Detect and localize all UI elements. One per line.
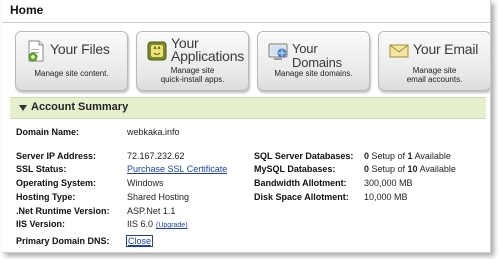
domains-icon bbox=[268, 43, 288, 60]
bandwidth-label: Bandwidth Allotment: bbox=[254, 178, 347, 188]
your-email-title: Your Email bbox=[413, 41, 479, 57]
iis-version-value: IIS 6.0 (Upgrade) bbox=[127, 219, 188, 229]
net-runtime-label: .Net Runtime Version: bbox=[16, 206, 110, 216]
your-files-desc: Manage site content. bbox=[34, 69, 109, 78]
sql-server-mid: Setup of bbox=[369, 151, 408, 161]
iis-version-label: IIS Version: bbox=[16, 219, 66, 229]
your-email-desc-2: email accounts. bbox=[406, 75, 463, 84]
purchase-ssl-link[interactable]: Purchase SSL Certificate bbox=[127, 164, 227, 174]
domain-name-label: Domain Name: bbox=[16, 127, 80, 137]
applications-icon bbox=[147, 41, 167, 61]
hosting-type-label: Hosting Type: bbox=[16, 192, 76, 202]
primary-dns-label: Primary Domain DNS: bbox=[16, 236, 110, 246]
disk-space-value: 10,000 MB bbox=[364, 192, 408, 202]
your-domains-tile[interactable]: Your Domains Manage site domains. bbox=[257, 31, 370, 91]
net-runtime-value: ASP.Net 1.1 bbox=[127, 206, 176, 216]
account-summary-title: Account Summary bbox=[31, 101, 129, 113]
operating-system-label: Operating System: bbox=[16, 178, 97, 188]
mysql-value: 0 Setup of 10 Available bbox=[364, 164, 456, 174]
mysql-mid: Setup of bbox=[369, 164, 408, 174]
your-applications-desc-1: Manage site bbox=[170, 66, 215, 75]
your-files-title: Your Files bbox=[50, 41, 110, 57]
server-ip-value: 72.167.232.62 bbox=[127, 151, 185, 161]
domain-name-value: webkaka.info bbox=[127, 127, 180, 137]
home-panel: Home Your Files Manage site content. You… bbox=[2, 0, 491, 253]
server-ip-label: Server IP Address: bbox=[16, 151, 97, 161]
ssl-status-label: SSL Status: bbox=[16, 164, 67, 174]
hosting-type-value: Shared Hosting bbox=[127, 192, 190, 202]
mysql-suffix: Available bbox=[417, 164, 456, 174]
your-domains-desc: Manage site domains. bbox=[274, 69, 353, 78]
your-applications-tile[interactable]: Your Applications Manage site quick-inst… bbox=[136, 31, 249, 91]
operating-system-value: Windows bbox=[127, 178, 164, 188]
sql-server-suffix: Available bbox=[412, 151, 451, 161]
your-email-tile[interactable]: Your Email Manage site email accounts. bbox=[378, 31, 490, 91]
mysql-label: MySQL Databases: bbox=[254, 164, 336, 174]
page-title: Home bbox=[10, 3, 44, 17]
mysql-total: 10 bbox=[407, 164, 418, 174]
your-domains-title: Your Domains bbox=[292, 41, 342, 70]
account-summary-header[interactable]: Account Summary bbox=[10, 97, 486, 119]
your-applications-title: Your Applications bbox=[171, 36, 245, 64]
your-email-desc-1: Manage site bbox=[412, 66, 457, 75]
sql-server-label: SQL Server Databases: bbox=[254, 151, 354, 161]
close-dns-link[interactable]: Close bbox=[126, 235, 154, 247]
disk-space-label: Disk Space Allotment: bbox=[254, 192, 349, 202]
upgrade-link[interactable]: (Upgrade) bbox=[156, 222, 188, 229]
files-icon bbox=[28, 40, 44, 62]
email-icon bbox=[389, 44, 409, 58]
iis-version-text: IIS 6.0 bbox=[127, 219, 154, 229]
your-applications-desc-2: quick-install apps. bbox=[160, 75, 225, 84]
sql-server-value: 0 Setup of 1 Available bbox=[364, 151, 451, 161]
your-files-tile[interactable]: Your Files Manage site content. bbox=[15, 31, 128, 91]
bandwidth-value: 300,000 MB bbox=[364, 178, 413, 188]
your-applications-title-line2: Applications bbox=[171, 48, 245, 64]
collapse-triangle-icon[interactable] bbox=[19, 105, 27, 111]
title-bar: Home bbox=[2, 0, 490, 23]
